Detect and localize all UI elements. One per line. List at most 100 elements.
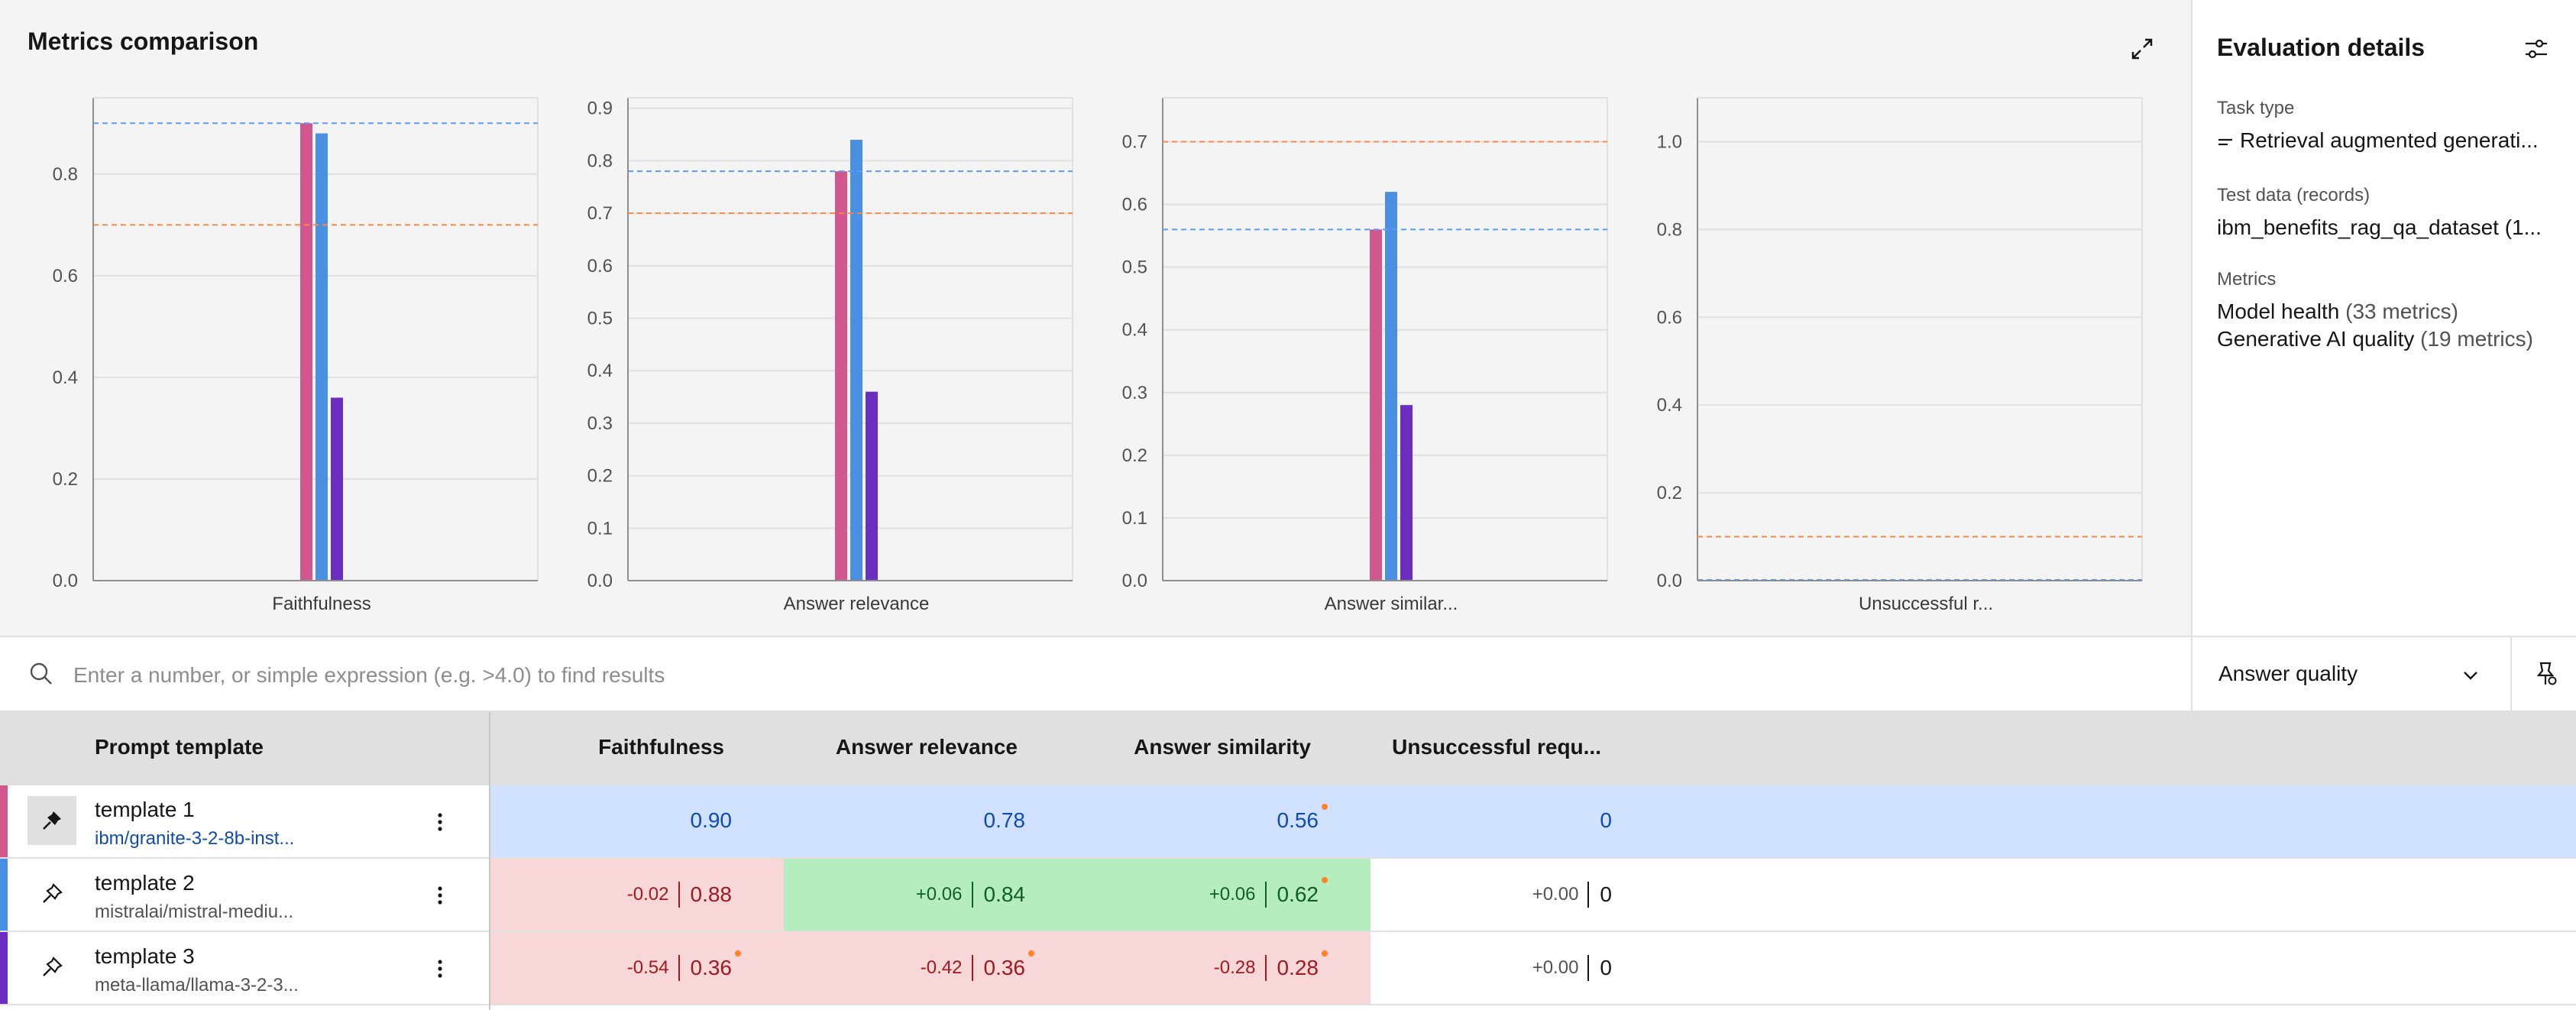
threshold-violation-dot: [1028, 950, 1034, 957]
metrics-group-count: (33 metrics): [2345, 299, 2458, 323]
table-row[interactable]: template 3 meta-llama/llama-3-2-3... -0.…: [0, 932, 2576, 1005]
y-tick-label: 0.5: [587, 309, 613, 329]
task-type-label: Task type: [2217, 98, 2295, 118]
y-tick-label: 0.8: [53, 164, 78, 185]
faithfulness-cell: -0.02 0.88: [490, 859, 784, 931]
sticky-column-divider: [489, 712, 490, 1010]
y-tick-label: 0.4: [53, 367, 78, 388]
cell-value: 0.90: [690, 808, 733, 832]
bar-template-2: [316, 133, 328, 581]
template-name: template 1: [95, 798, 195, 821]
threshold-violation-dot: [1322, 804, 1328, 810]
column-header-unsuccessful-requests[interactable]: Unsuccessful requ...: [1392, 735, 1601, 759]
cell-delta: -0.02: [626, 884, 669, 905]
bar-template-2: [1385, 192, 1397, 581]
x-axis-label: Faithfulness: [272, 594, 371, 614]
cell-delta: -0.42: [920, 957, 963, 978]
y-tick-label: 0.1: [1122, 508, 1147, 529]
settings-adjust-icon[interactable]: [2523, 35, 2550, 63]
y-tick-label: 0.8: [1657, 219, 1682, 240]
search-input[interactable]: [73, 652, 2167, 698]
cell-delta: +0.00: [1532, 957, 1579, 978]
y-tick-label: 0.4: [1122, 320, 1147, 341]
metrics-comparison-panel: Metrics comparison 0.0 0.2 0.4 0.6 0.8 Faithf…: [0, 0, 2191, 636]
cell-value: 0.62: [1277, 882, 1319, 906]
template-name: template 3: [95, 944, 195, 968]
text-lines-icon: [2218, 138, 2232, 145]
y-tick-label: 0.6: [1657, 307, 1682, 328]
column-header-faithfulness[interactable]: Faithfulness: [598, 735, 724, 759]
model-id: ibm/granite-3-2-8b-inst...: [95, 828, 295, 849]
answer-similarity-cell: +0.06 0.62: [1077, 859, 1371, 931]
answer-similarity-cell: 0.56: [1077, 785, 1371, 857]
pin-icon: [43, 883, 63, 903]
search-bar: Answer quality: [0, 636, 2576, 712]
bar-template-3: [1400, 405, 1413, 581]
x-axis-label: Answer relevance: [784, 594, 930, 614]
y-tick-label: 0.4: [587, 361, 613, 381]
pin-button[interactable]: [28, 796, 76, 845]
y-tick-label: 0.9: [587, 99, 613, 119]
bar-template-1: [835, 171, 847, 581]
table-row[interactable]: template 1 ibm/granite-3-2-8b-inst... 0.…: [0, 785, 2576, 859]
threshold-violation-dot: [1322, 950, 1328, 957]
metric-group-dropdown[interactable]: Answer quality: [2191, 637, 2510, 712]
metrics-group-name: Model health: [2217, 299, 2340, 323]
threshold-violation-dot: [735, 950, 741, 957]
column-header-answer-similarity[interactable]: Answer similarity: [1134, 735, 1311, 759]
details-title: Evaluation details: [2217, 34, 2426, 61]
cell-value: 0.88: [690, 882, 733, 906]
y-tick-label: 0.2: [1122, 445, 1147, 466]
overflow-menu-button[interactable]: [425, 807, 455, 837]
cell-value: 0.84: [983, 882, 1026, 906]
metrics-charts: 0.0 0.2 0.4 0.6 0.8 Faithfulness 0.0 0.1 0.2 0.3 0…: [53, 97, 2143, 614]
cell-value: 0.56: [1277, 808, 1319, 832]
y-tick-label: 0.6: [53, 266, 78, 286]
test-data-label: Test data (records): [2217, 185, 2371, 206]
overflow-menu-button[interactable]: [425, 880, 455, 911]
metrics-line-model-health: Model health (33 metrics): [2217, 299, 2568, 324]
column-header-answer-relevance[interactable]: Answer relevance: [836, 735, 1018, 759]
cell-value: 0: [1600, 956, 1612, 979]
cell-delta: -0.28: [1213, 957, 1256, 978]
y-tick-label: 0.7: [1122, 131, 1147, 152]
unsuccessful-requests-cell: +0.00 0: [1371, 932, 1664, 1004]
row-color-indicator: [0, 932, 8, 1004]
overflow-menu-button[interactable]: [425, 953, 455, 984]
model-id: mistralai/mistral-mediu...: [95, 902, 294, 922]
evaluation-details-panel: Evaluation details Task type Retrieval a…: [2191, 0, 2576, 636]
answer-relevance-cell: 0.78: [784, 785, 1077, 857]
y-tick-label: 0.7: [587, 203, 613, 224]
table-row[interactable]: template 2 mistralai/mistral-mediu... -0…: [0, 859, 2576, 932]
cell-value: 0: [1600, 882, 1612, 906]
overflow-menu-icon: [438, 960, 442, 978]
y-tick-label: 0.8: [587, 151, 613, 171]
threshold-violation-dot: [1322, 877, 1328, 883]
overflow-menu-icon: [438, 886, 442, 905]
y-tick-label: 0.3: [1122, 383, 1147, 403]
pin-settings-button[interactable]: [2510, 637, 2576, 712]
unsuccessful-requests-cell: 0: [1371, 785, 1664, 857]
row-color-indicator: [0, 785, 8, 857]
y-tick-label: 0.0: [587, 571, 613, 591]
test-data-value: ibm_benefits_rag_qa_dataset (1...: [2217, 215, 2542, 239]
answer-similarity-cell: -0.28 0.28: [1077, 932, 1371, 1004]
x-axis-label: Unsuccessful r...: [1859, 594, 1993, 614]
search-icon: [30, 662, 52, 685]
bar-template-1: [1370, 229, 1382, 581]
y-tick-label: 1.0: [1657, 131, 1682, 152]
pin-button[interactable]: [28, 869, 76, 918]
y-tick-label: 0.1: [587, 518, 613, 539]
pin-settings-icon: [2536, 662, 2557, 685]
pin-filled-icon: [43, 811, 61, 830]
model-id: meta-llama/llama-3-2-3...: [95, 975, 299, 995]
overflow-menu-icon: [438, 813, 442, 831]
pin-button[interactable]: [28, 943, 76, 992]
y-tick-label: 0.4: [1657, 395, 1682, 416]
cell-delta: +0.06: [1209, 884, 1256, 905]
template-name: template 2: [95, 871, 195, 895]
metrics-line-genai-quality: Generative AI quality (19 metrics): [2217, 327, 2568, 351]
column-header-prompt-template[interactable]: Prompt template: [95, 735, 264, 759]
y-tick-label: 0.0: [1122, 571, 1147, 591]
faithfulness-cell: -0.54 0.36: [490, 932, 784, 1004]
